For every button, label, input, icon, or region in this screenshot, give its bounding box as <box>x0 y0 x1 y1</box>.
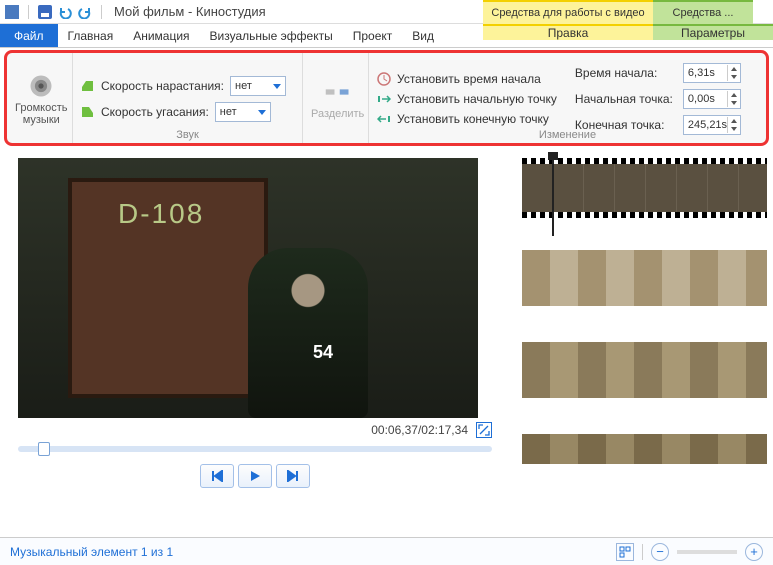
set-end-point-button[interactable]: Установить конечную точку <box>377 112 557 126</box>
video-clip[interactable] <box>522 342 767 398</box>
video-clip[interactable] <box>522 250 767 306</box>
zoom-slider[interactable] <box>677 550 737 554</box>
fullscreen-icon <box>478 424 490 436</box>
zoom-out-button[interactable]: − <box>651 543 669 561</box>
music-volume-button[interactable]: Громкость музыки <box>15 72 67 126</box>
zoom-in-button[interactable]: + <box>745 543 763 561</box>
sprocket-bottom <box>522 212 767 218</box>
tab-options-audio[interactable]: Параметры <box>653 24 773 40</box>
playhead[interactable] <box>552 158 554 236</box>
undo-icon[interactable] <box>57 4 73 20</box>
trim-start-icon <box>377 92 391 106</box>
jersey-number: 54 <box>313 342 333 363</box>
play-icon <box>249 470 261 482</box>
tab-file[interactable]: Файл <box>0 24 58 47</box>
context-header-video: Средства для работы с видео <box>483 0 653 24</box>
set-start-time-button[interactable]: Установить время начала <box>377 72 557 86</box>
split-icon <box>324 78 352 106</box>
fadein-label: Скорость нарастания: <box>101 79 224 93</box>
trim-end-icon <box>377 112 391 126</box>
next-frame-button[interactable] <box>276 464 310 488</box>
clip-thumbs <box>522 434 767 464</box>
view-mode-button[interactable] <box>616 543 634 561</box>
save-icon[interactable] <box>37 4 53 20</box>
video-clip[interactable] <box>522 434 767 464</box>
next-frame-icon <box>286 470 300 482</box>
context-header-audio: Средства ... <box>653 0 753 24</box>
tab-animation[interactable]: Анимация <box>123 24 199 47</box>
clip-thumbs <box>522 250 767 306</box>
music-volume-label: Громкость музыки <box>15 102 67 126</box>
status-bar: Музыкальный элемент 1 из 1 − + <box>0 537 773 565</box>
tab-view[interactable]: Вид <box>402 24 444 47</box>
timeline-track[interactable] <box>510 158 769 236</box>
video-preview[interactable]: D-108 54 <box>18 158 478 418</box>
ribbon-panel: Громкость музыки Скорость нарастания: не… <box>4 50 769 146</box>
thumbnails-icon <box>619 546 631 558</box>
start-time-label: Время начала: <box>575 66 677 80</box>
app-menu-icon[interactable] <box>4 4 20 20</box>
fullscreen-button[interactable] <box>476 422 492 438</box>
status-text: Музыкальный элемент 1 из 1 <box>10 545 173 559</box>
soldier-graphic <box>248 248 368 418</box>
speaker-icon <box>27 72 55 100</box>
fadeout-combo[interactable]: нет <box>215 102 271 122</box>
set-start-point-button[interactable]: Установить начальную точку <box>377 92 557 106</box>
split-button[interactable]: Разделить <box>311 78 364 120</box>
tab-visual-effects[interactable]: Визуальные эффекты <box>200 24 343 47</box>
start-point-input[interactable]: 0,00s <box>683 89 741 109</box>
clip-thumbs <box>522 164 767 212</box>
fadeout-label: Скорость угасания: <box>101 105 209 119</box>
preview-frame: D-108 54 <box>18 158 478 418</box>
play-button[interactable] <box>238 464 272 488</box>
separator <box>28 5 29 19</box>
seek-bar[interactable] <box>18 446 492 452</box>
group-label-edit: Изменение <box>369 129 766 141</box>
seek-thumb[interactable] <box>38 442 50 456</box>
timeline-track[interactable] <box>510 434 769 474</box>
redo-icon[interactable] <box>77 4 93 20</box>
door-sign: D-108 <box>118 198 204 230</box>
timeline-track[interactable] <box>510 342 769 420</box>
separator <box>642 544 643 560</box>
fadeout-icon <box>81 105 95 119</box>
group-label-sound: Звук <box>73 129 302 141</box>
tab-edit-video[interactable]: Правка <box>483 24 653 40</box>
timeline-track[interactable] <box>510 250 769 328</box>
timeline-pane <box>510 148 773 520</box>
tab-project[interactable]: Проект <box>343 24 403 47</box>
tab-home[interactable]: Главная <box>58 24 124 47</box>
fadein-icon <box>81 79 95 93</box>
prev-frame-icon <box>210 470 224 482</box>
timecode: 00:06,37/02:17,34 <box>371 423 468 437</box>
quick-access-toolbar <box>4 4 106 20</box>
transport-controls <box>18 464 492 488</box>
window-title: Мой фильм - Киностудия <box>114 4 266 19</box>
preview-pane: D-108 54 00:06,37/02:17,34 <box>0 148 510 520</box>
video-clip[interactable] <box>522 158 767 218</box>
start-point-label: Начальная точка: <box>575 92 677 106</box>
clock-icon <box>377 72 391 86</box>
ribbon-tabs: Файл Главная Анимация Визуальные эффекты… <box>0 24 773 48</box>
prev-frame-button[interactable] <box>200 464 234 488</box>
start-time-input[interactable]: 6,31s <box>683 63 741 83</box>
fadein-combo[interactable]: нет <box>230 76 286 96</box>
main-area: D-108 54 00:06,37/02:17,34 <box>0 148 773 520</box>
split-label: Разделить <box>311 108 364 120</box>
separator <box>101 5 102 19</box>
clip-thumbs <box>522 342 767 398</box>
